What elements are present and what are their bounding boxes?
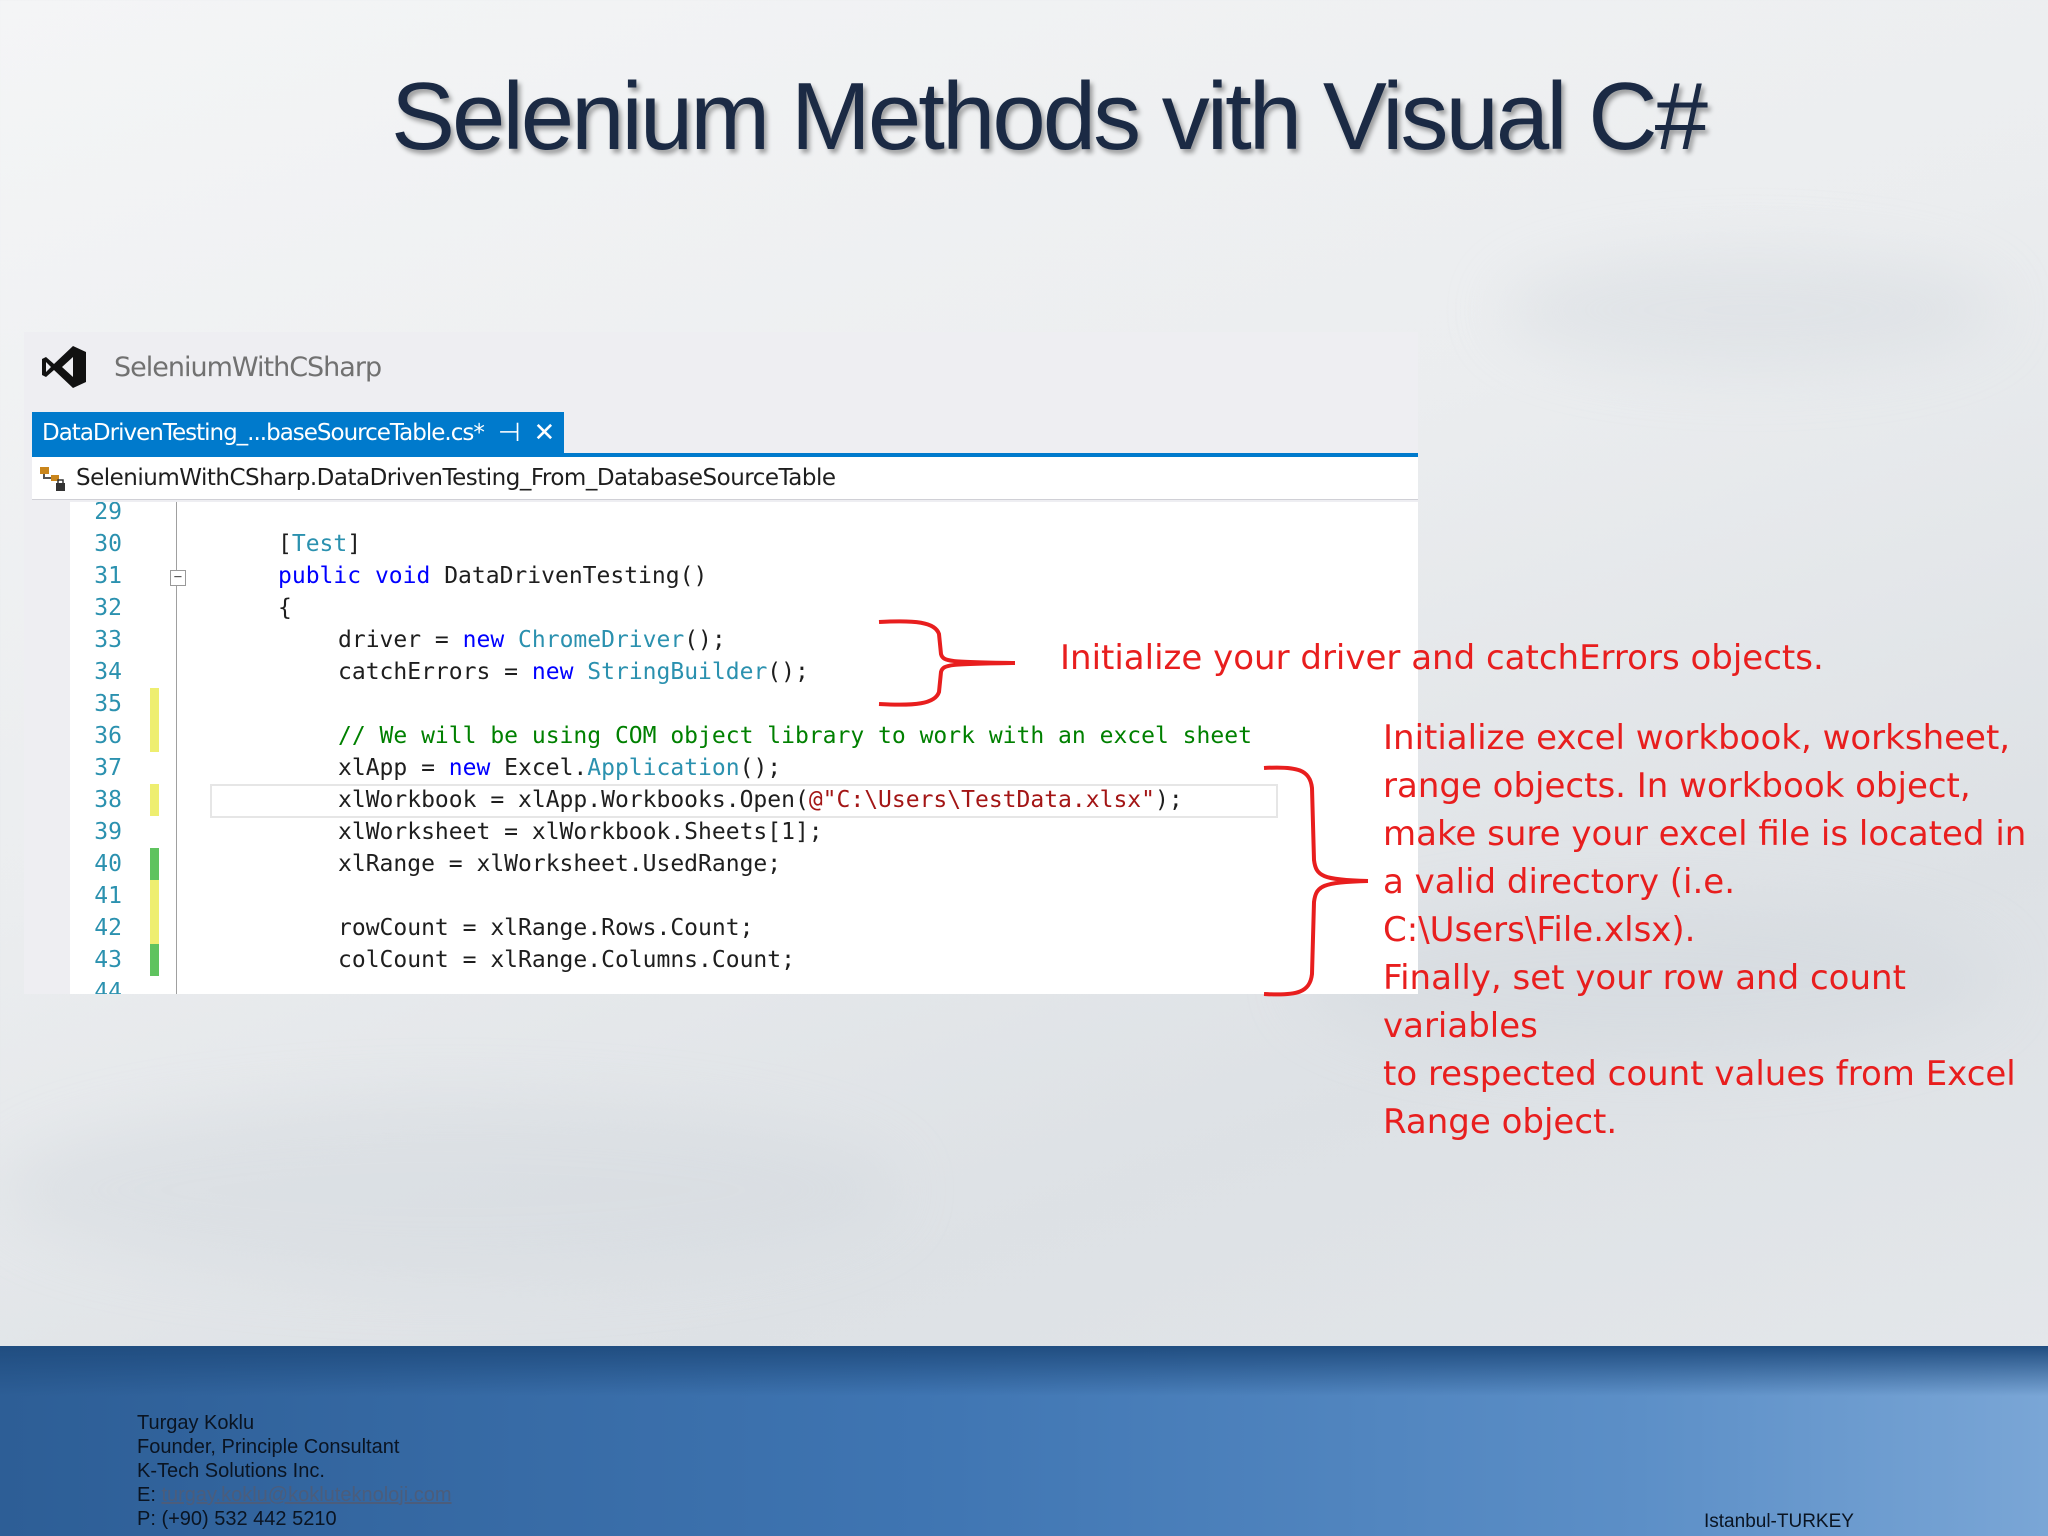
line-number: 32: [94, 595, 122, 621]
location-text: Istanbul-TURKEY: [1704, 1511, 1854, 1532]
annotation-initialize-driver: Initialize your driver and catchErrors o…: [1060, 638, 1824, 678]
code-line: 43 colCount = xlRange.Columns.Count;: [70, 944, 1418, 976]
annotation-line: Finally, set your row and count: [1383, 958, 1906, 998]
annotation-line: variables: [1383, 1006, 1538, 1046]
code-text: colCount = xlRange.Columns.Count;: [338, 947, 795, 973]
email-prefix: E:: [137, 1484, 162, 1506]
line-number: 42: [94, 915, 122, 941]
code-line: 37 xlApp = new Excel.Application();: [70, 752, 1418, 784]
close-icon[interactable]: ✕: [534, 418, 556, 448]
line-number: 36: [94, 723, 122, 749]
contact-email-row: E: turgay.koklu@kokluteknoloji.com: [137, 1483, 452, 1507]
contact-info: Turgay Koklu Founder, Principle Consulta…: [137, 1411, 452, 1531]
line-number: 33: [94, 627, 122, 653]
line-number: 37: [94, 755, 122, 781]
pin-icon[interactable]: ⊣: [498, 418, 521, 448]
code-text: rowCount = xlRange.Rows.Count;: [338, 915, 754, 941]
class-icon: [40, 467, 65, 491]
email-link[interactable]: turgay.koklu@kokluteknoloji.com: [161, 1484, 451, 1506]
change-marker: [150, 848, 159, 880]
tab-datadriventesting[interactable]: DataDrivenTesting_...baseSourceTable.cs*…: [32, 412, 565, 453]
line-number: 39: [94, 819, 122, 845]
code-text: driver = new ChromeDriver();: [338, 627, 726, 653]
annotation-line: Initialize excel workbook, worksheet,: [1383, 718, 2011, 758]
code-editor[interactable]: 29 30 [Test] 31 − public void DataDriven…: [70, 502, 1418, 994]
line-number: 34: [94, 659, 122, 685]
annotation-line: to respected count values from Excel: [1383, 1054, 2016, 1094]
code-line: 32 {: [70, 592, 1418, 624]
code-comment: // We will be using COM object library t…: [338, 723, 1252, 749]
change-marker: [150, 720, 159, 752]
annotation-line: Range object.: [1383, 1102, 1618, 1142]
line-number: 40: [94, 851, 122, 877]
line-number: 43: [94, 947, 122, 973]
visual-studio-logo-icon: [42, 346, 86, 388]
line-number: 38: [94, 787, 122, 813]
line-number: 44: [94, 979, 122, 994]
code-line: 38 xlWorkbook = xlApp.Workbooks.Open(@"C…: [70, 784, 1418, 816]
tab-label: DataDrivenTesting_...baseSourceTable.cs*: [42, 419, 485, 446]
code-line: 39 xlWorksheet = xlWorkbook.Sheets[1];: [70, 816, 1418, 848]
brace-excel-annotation: [1263, 765, 1369, 997]
class-name: SeleniumWithCSharp.DataDrivenTesting_Fro…: [76, 465, 836, 491]
contact-company: K-Tech Solutions Inc.: [137, 1460, 325, 1482]
solution-name: SeleniumWithCSharp: [114, 351, 382, 383]
change-marker: [150, 784, 159, 816]
collapse-icon[interactable]: −: [170, 570, 186, 586]
change-marker: [150, 944, 159, 976]
code-line: 36 // We will be using COM object librar…: [70, 720, 1418, 752]
code-text: [Test]: [278, 531, 362, 557]
ide-title-bar: SeleniumWithCSharp: [40, 344, 382, 390]
change-marker: [150, 688, 159, 720]
code-line: 31 − public void DataDrivenTesting(): [70, 560, 1418, 592]
line-number: 31: [94, 563, 122, 589]
code-text: catchErrors = new StringBuilder();: [338, 659, 809, 685]
code-line: 41: [70, 880, 1418, 912]
line-number: 30: [94, 531, 122, 557]
code-line: 42 rowCount = xlRange.Rows.Count;: [70, 912, 1418, 944]
change-marker: [150, 912, 159, 944]
contact-phone: P: (+90) 532 442 5210: [137, 1508, 337, 1530]
code-line: 29: [70, 502, 1418, 528]
code-line: 30 [Test]: [70, 528, 1418, 560]
code-line: 35: [70, 688, 1418, 720]
code-text: xlWorksheet = xlWorkbook.Sheets[1];: [338, 819, 823, 845]
contact-name: Turgay Koklu: [137, 1412, 255, 1434]
code-text: xlRange = xlWorksheet.UsedRange;: [338, 851, 782, 877]
annotation-line: make sure your excel file is located in: [1383, 814, 2027, 854]
code-text: {: [278, 595, 292, 621]
annotation-initialize-excel: Initialize excel workbook, worksheet, ra…: [1383, 714, 2048, 1146]
code-line: 40 xlRange = xlWorksheet.UsedRange;: [70, 848, 1418, 880]
class-navigation-bar[interactable]: SeleniumWithCSharp.DataDrivenTesting_Fro…: [32, 457, 1418, 500]
code-text: xlWorkbook = xlApp.Workbooks.Open(@"C:\U…: [338, 787, 1183, 813]
line-number: 29: [94, 502, 122, 525]
change-marker: [150, 880, 159, 912]
contact-role: Founder, Principle Consultant: [137, 1436, 400, 1458]
brace-driver-annotation: [878, 619, 1015, 707]
code-line: 44: [70, 976, 1418, 994]
code-text: public void DataDrivenTesting(): [278, 563, 708, 589]
code-text: xlApp = new Excel.Application();: [338, 755, 782, 781]
annotation-line: range objects. In workbook object,: [1383, 766, 1971, 806]
line-number: 35: [94, 691, 122, 717]
line-number: 41: [94, 883, 122, 909]
slide-title: Selenium Methods vith Visual C#: [391, 63, 1708, 170]
annotation-line: a valid directory (i.e. C:\Users\File.xl…: [1383, 862, 1736, 950]
